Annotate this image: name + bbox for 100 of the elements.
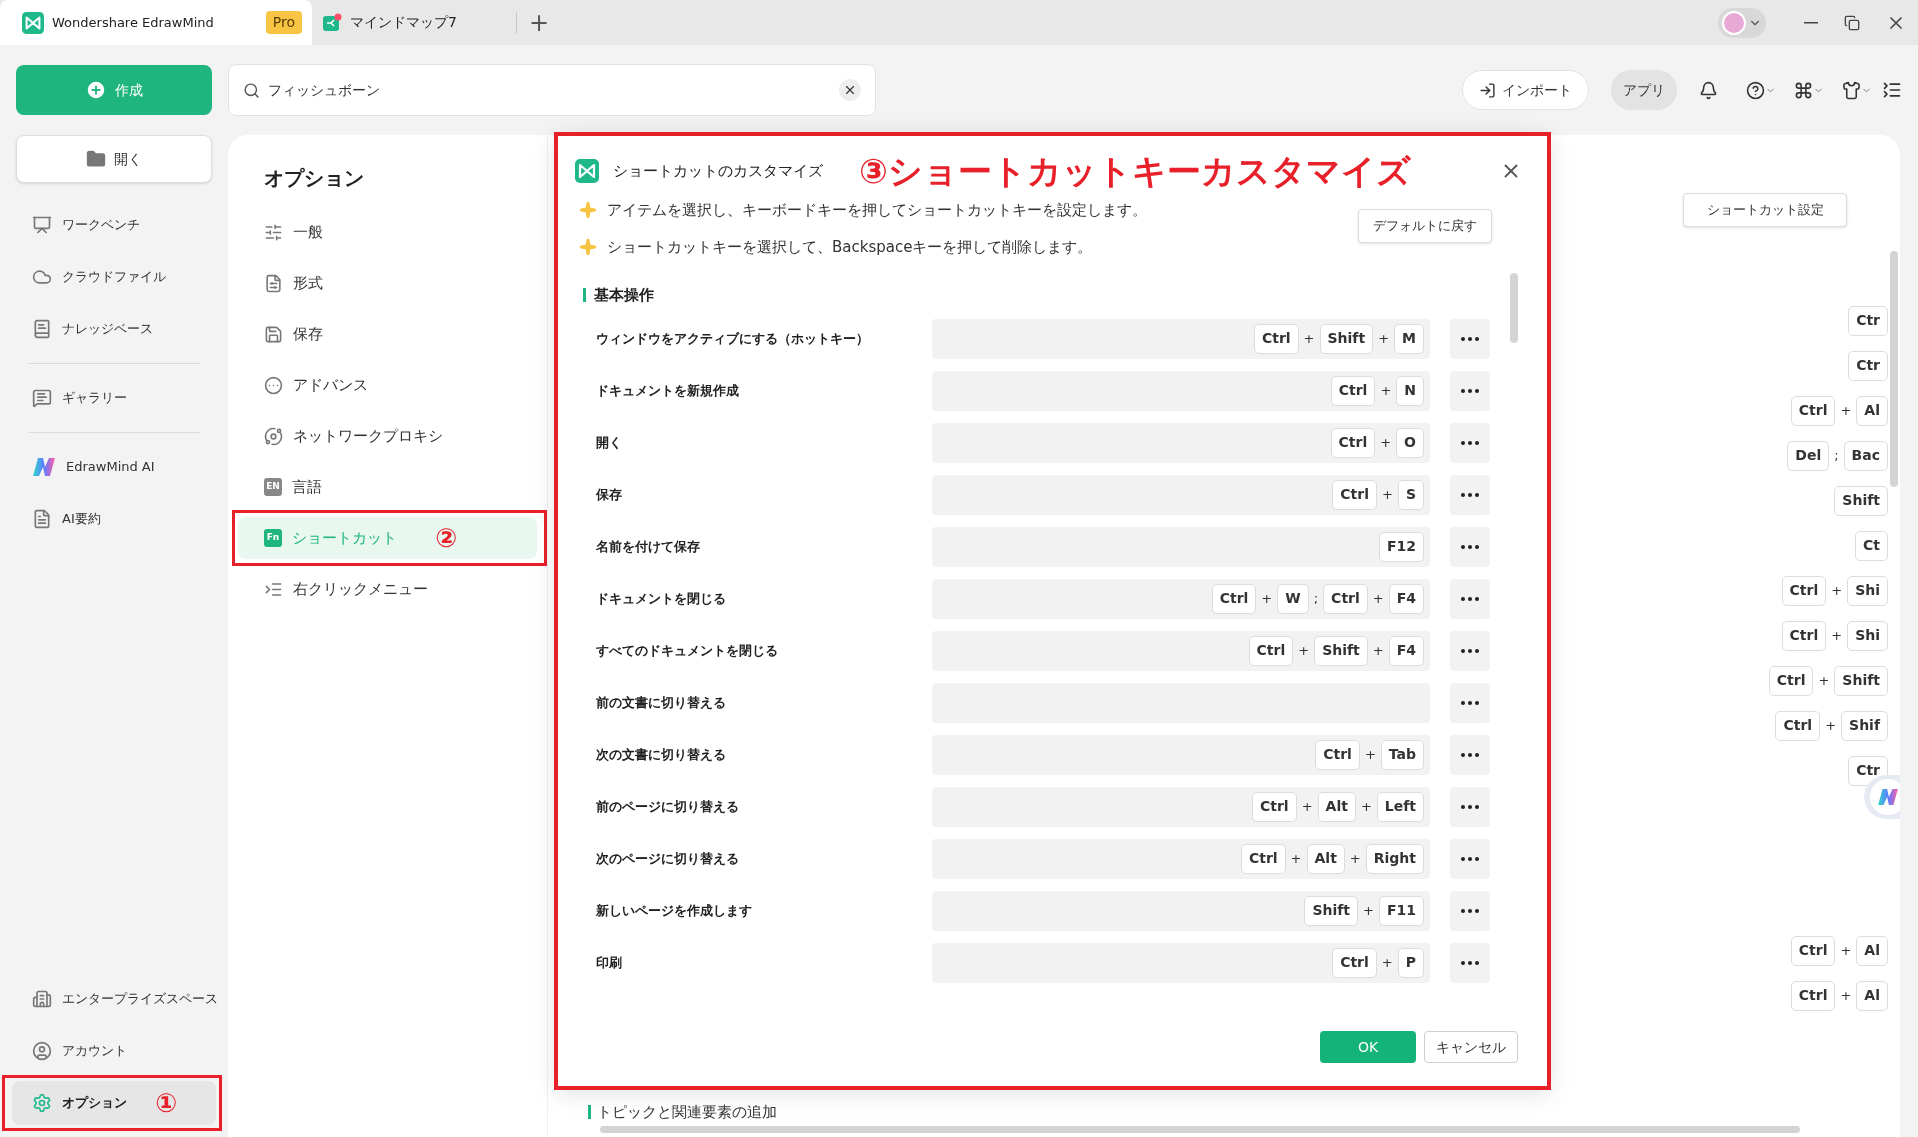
sparkle-icon	[579, 237, 597, 256]
options-item[interactable]: 保存	[238, 313, 537, 355]
key-cap: Shift	[1314, 635, 1368, 666]
vertical-scrollbar[interactable]	[1890, 251, 1898, 487]
shortcut-field[interactable]: Ctrl + O	[932, 422, 1430, 463]
sidebar-item[interactable]: EdrawMind AI	[12, 445, 216, 489]
shortcut-field[interactable]: Ctrl + Alt + Right	[932, 838, 1430, 879]
options-item[interactable]: 右クリックメニュー	[238, 568, 537, 610]
reset-default-button[interactable]: デフォルトに戻す	[1358, 208, 1492, 243]
key-cap: Al	[1856, 980, 1888, 1011]
key-separator: +	[1380, 953, 1394, 972]
key-cap: Ctrl	[1775, 710, 1821, 741]
sidebar-item[interactable]: ワークベンチ	[12, 203, 216, 247]
options-item[interactable]: 形式	[238, 262, 537, 304]
key-cap: Ctrl	[1315, 739, 1360, 770]
key-separator: +	[1379, 433, 1393, 452]
sidebar-item[interactable]: ナレッジベース	[12, 307, 216, 351]
more-button[interactable]	[1450, 578, 1490, 619]
open-button[interactable]: 開く	[16, 135, 212, 183]
key-separator: +	[1824, 716, 1838, 735]
pro-badge: Pro	[265, 11, 302, 34]
cloud-icon	[32, 267, 52, 287]
key-cap: F12	[1378, 531, 1424, 562]
more-button[interactable]	[1450, 838, 1490, 879]
options-item[interactable]: EN 言語	[238, 466, 537, 508]
options-item[interactable]: アドバンス	[238, 364, 537, 406]
key-separator: +	[1371, 641, 1385, 660]
ellipsis-icon	[1461, 492, 1479, 497]
folder-icon	[86, 149, 106, 169]
shortcut-field[interactable]: Ctrl + Shift + M	[932, 318, 1430, 359]
key-separator: +	[1363, 745, 1377, 764]
key-cap: Shi	[1847, 575, 1888, 606]
bell-icon[interactable]	[1699, 80, 1718, 100]
more-button[interactable]	[1450, 318, 1490, 359]
key-cap: Ctrl	[1332, 947, 1377, 978]
key-cap: Ctrl	[1330, 427, 1376, 458]
sidebar-item[interactable]: エンタープライズスペース	[12, 977, 216, 1021]
command-icon[interactable]	[1794, 80, 1813, 100]
dialog-title: ショートカットのカスタマイズ	[613, 160, 823, 182]
shortcut-field[interactable]: Ctrl + Alt + Left	[932, 786, 1430, 827]
clear-button[interactable]	[839, 79, 861, 101]
ai-logo-icon	[32, 457, 56, 477]
outline-icon[interactable]	[1882, 80, 1902, 100]
more-button[interactable]	[1450, 526, 1490, 567]
new-tab-button[interactable]: +	[529, 10, 550, 35]
horizontal-scrollbar[interactable]	[600, 1126, 1800, 1133]
shortcut-settings-button[interactable]: ショートカット設定	[1683, 193, 1847, 227]
apps-button[interactable]: アプリ	[1611, 70, 1677, 110]
cancel-button[interactable]: キャンセル	[1424, 1031, 1518, 1063]
vertical-scrollbar[interactable]	[1510, 272, 1518, 343]
key-separator: +	[1359, 797, 1373, 816]
shortcut-field[interactable]: Ctrl + W ; Ctrl + F4	[932, 578, 1430, 619]
sidebar-item[interactable]: オプション ①	[12, 1081, 216, 1125]
key-cap: Al	[1856, 395, 1888, 426]
options-item[interactable]: 一般	[238, 211, 537, 253]
more-button[interactable]	[1450, 786, 1490, 827]
shortcut-field[interactable]: Ctrl + Shift + F4	[932, 630, 1430, 671]
action-label: 新しいページを作成します	[596, 901, 753, 920]
search-field[interactable]: フィッシュボーン	[228, 64, 876, 116]
document-icon	[264, 273, 283, 293]
more-button[interactable]	[1450, 682, 1490, 723]
more-button[interactable]	[1450, 370, 1490, 411]
more-button[interactable]	[1450, 474, 1490, 515]
sidebar-item[interactable]: クラウドファイル	[12, 255, 216, 299]
options-item[interactable]: Fn ショートカット ②	[238, 517, 537, 559]
shortcut-field[interactable]: Ctrl + S	[932, 474, 1430, 515]
account-icon	[32, 1041, 52, 1061]
more-button[interactable]	[1450, 422, 1490, 463]
key-cap: Ctrl	[1790, 395, 1836, 426]
key-cap: F4	[1388, 635, 1424, 666]
key-cap: Ct	[1855, 530, 1888, 561]
shortcut-field[interactable]: F12	[932, 526, 1430, 567]
shortcut-field[interactable]: Ctrl + P	[932, 942, 1430, 983]
minimize-icon[interactable]	[1804, 21, 1818, 24]
shortcut-field[interactable]: Ctrl + N	[932, 370, 1430, 411]
shirt-icon[interactable]	[1842, 80, 1861, 100]
more-button[interactable]	[1450, 734, 1490, 775]
key-cap: Alt	[1317, 791, 1356, 822]
sidebar-item[interactable]: AI要約	[12, 497, 216, 541]
key-separator: +	[1302, 329, 1316, 348]
key-cap: Right	[1365, 843, 1424, 874]
import-icon	[1479, 81, 1496, 99]
options-item[interactable]: ネットワークプロキシ	[238, 415, 537, 457]
shortcut-field[interactable]: Shift + F11	[932, 890, 1430, 931]
app-tab[interactable]: Wondershare EdrawMind Pro	[0, 0, 312, 45]
more-button[interactable]	[1450, 942, 1490, 983]
help-icon[interactable]	[1746, 80, 1765, 100]
ellipsis-icon	[1461, 336, 1479, 341]
shortcut-field[interactable]: Ctrl + Tab	[932, 734, 1430, 775]
more-button[interactable]	[1450, 890, 1490, 931]
action-label: 名前を付けて保存	[596, 537, 701, 556]
sidebar-item[interactable]: アカウント	[12, 1029, 216, 1073]
import-button[interactable]: インポート	[1462, 70, 1589, 110]
key-separator: +	[1830, 626, 1844, 645]
restore-icon[interactable]	[1844, 14, 1860, 31]
sidebar-item[interactable]: ギャラリー	[12, 376, 216, 420]
key-cap: W	[1277, 583, 1309, 614]
key-cap: Ctrl	[1253, 323, 1299, 354]
key-separator: +	[1839, 986, 1853, 1005]
more-button[interactable]	[1450, 630, 1490, 671]
